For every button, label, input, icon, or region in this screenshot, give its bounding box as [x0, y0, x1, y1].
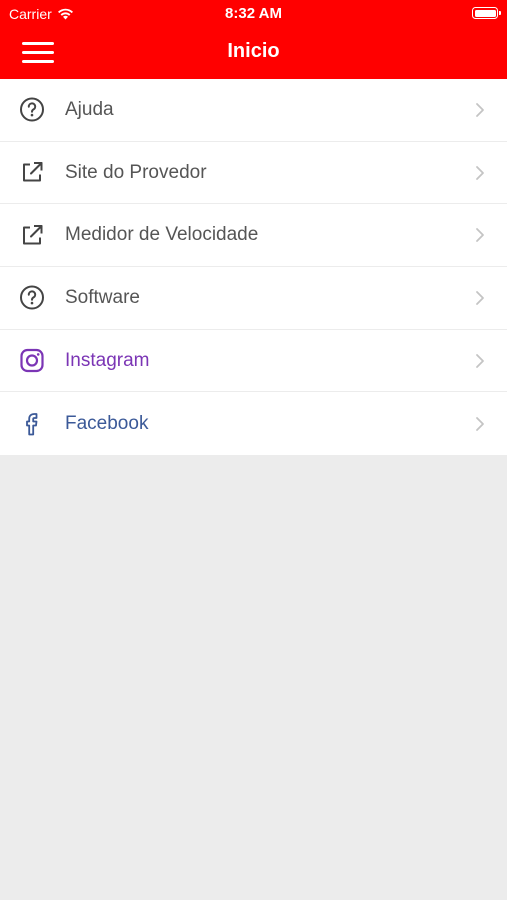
menu-item-facebook[interactable]: Facebook [0, 392, 507, 455]
menu-item-label: Medidor de Velocidade [65, 224, 259, 246]
menu-item-medidor-de-velocidade[interactable]: Medidor de Velocidade [0, 204, 507, 268]
chevron-right-icon [476, 353, 484, 368]
chevron-right-icon [476, 291, 484, 305]
menu-item-label: Instagram [65, 349, 150, 371]
menu-item-ajuda[interactable]: Ajuda [0, 79, 507, 142]
menu-item-label: Software [65, 286, 140, 308]
menu-item-site-do-provedor[interactable]: Site do Provedor [0, 142, 507, 205]
menu-item-instagram[interactable]: Instagram [0, 330, 507, 393]
facebook-icon [18, 410, 45, 437]
status-bar: Carrier 8:32 AM [0, 0, 507, 28]
chevron-right-icon [476, 165, 484, 180]
empty-background [0, 455, 507, 900]
menu-item-label: Site do Provedor [65, 161, 207, 183]
chevron-right-icon [476, 228, 484, 243]
external-link-icon [18, 159, 45, 186]
menu-item-label: Ajuda [65, 98, 114, 120]
instagram-icon [18, 347, 45, 374]
help-circle-icon [18, 284, 45, 311]
status-time: 8:32 AM [225, 5, 282, 22]
battery-icon [472, 7, 501, 19]
chevron-right-icon [476, 102, 484, 117]
menu-item-label: Facebook [65, 412, 149, 434]
help-circle-icon [18, 96, 45, 123]
external-link-icon [18, 222, 45, 249]
header: Carrier 8:32 AM Inicio [0, 0, 507, 79]
menu-item-software[interactable]: Software [0, 267, 507, 330]
nav-bar: Inicio [0, 28, 507, 79]
menu-list: Ajuda Site do Provedor Medidor de Veloci… [0, 79, 507, 456]
page-title: Inicio [227, 40, 280, 62]
chevron-right-icon [476, 417, 484, 431]
